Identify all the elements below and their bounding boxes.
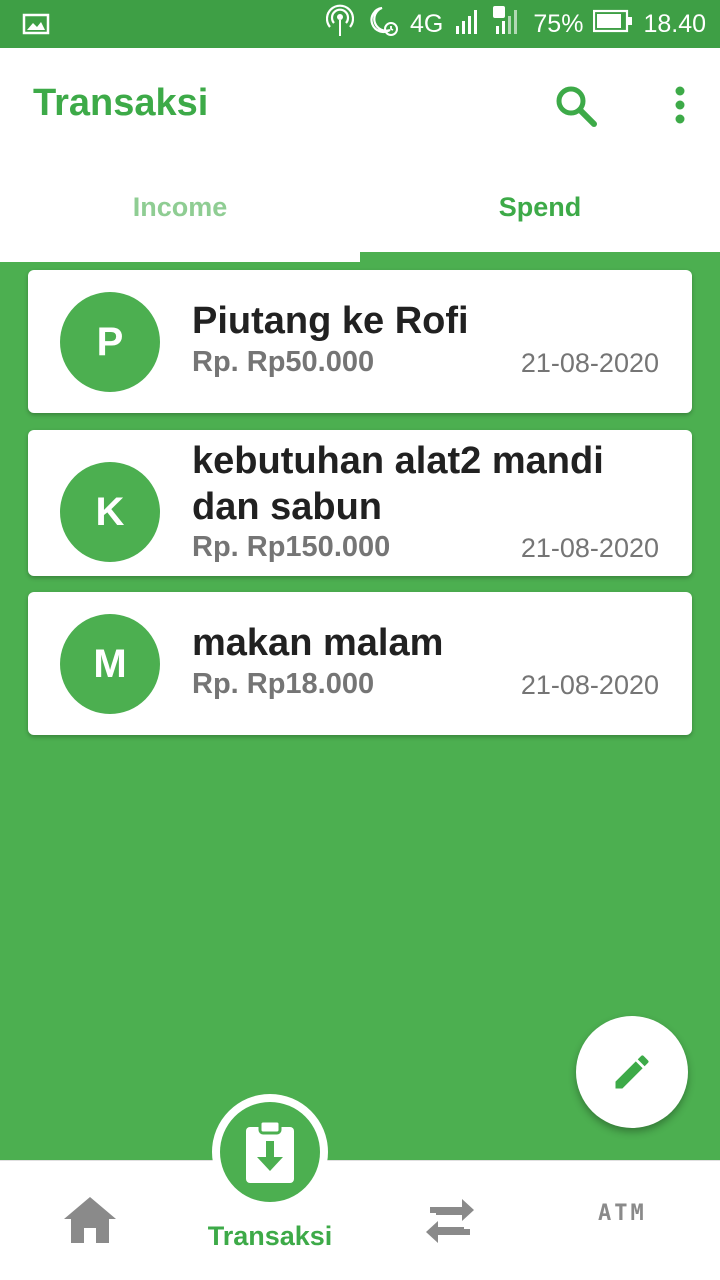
edit-fab-button[interactable] [576,1016,688,1128]
more-options-icon[interactable] [660,82,700,130]
nav-transaksi-label[interactable]: Transaksi [190,1221,350,1252]
page-title: Transaksi [33,82,209,124]
transaction-title: Piutang ke Rofi [192,300,469,342]
battery-percent: 75% [533,9,584,38]
transaction-title: makan malam [192,622,444,664]
transaction-date: 21-08-2020 [520,348,659,378]
transaction-amount: Rp. Rp150.000 [192,531,391,563]
search-icon[interactable] [552,82,600,130]
list-item[interactable]: M makan malam Rp. Rp18.000 21-08-2020 [28,592,692,735]
tab-income[interactable]: Income [0,162,360,252]
tab-spend[interactable]: Spend [360,162,720,252]
nav-transaksi-button[interactable] [212,1094,328,1210]
home-icon[interactable] [60,1195,120,1245]
clipboard-download-icon [220,1102,320,1202]
nav-atm[interactable]: ATM [598,1201,662,1237]
status-bar: 4G 75% 18.40 [0,0,720,48]
avatar: K [60,462,160,562]
avatar: P [60,292,160,392]
transfer-icon[interactable] [420,1193,480,1249]
signal-sim2-icon [493,5,523,43]
clock: 18.40 [643,9,706,38]
gallery-notification-icon [22,12,50,41]
transaction-date: 21-08-2020 [520,533,659,563]
app-bar: Transaksi [0,48,720,162]
pencil-icon [615,1055,649,1089]
hotspot-icon [325,4,355,45]
transaction-title: kebutuhan alat2 mandi dan sabun [192,440,604,528]
signal-sim1-icon [453,6,483,43]
transaction-date: 21-08-2020 [520,670,659,700]
list-item[interactable]: K kebutuhan alat2 mandi dan sabun Rp. Rp… [28,430,692,576]
bottom-navigation: Transaksi ATM [0,1160,720,1280]
tab-bar: Income Spend [0,162,720,262]
transaction-amount: Rp. Rp50.000 [192,346,375,378]
battery-icon [593,9,633,40]
avatar: M [60,614,160,714]
night-alarm-icon [364,4,400,45]
transaction-amount: Rp. Rp18.000 [192,668,375,700]
tab-indicator [360,252,720,262]
network-type: 4G [410,9,444,38]
list-item[interactable]: P Piutang ke Rofi Rp. Rp50.000 21-08-202… [28,270,692,413]
